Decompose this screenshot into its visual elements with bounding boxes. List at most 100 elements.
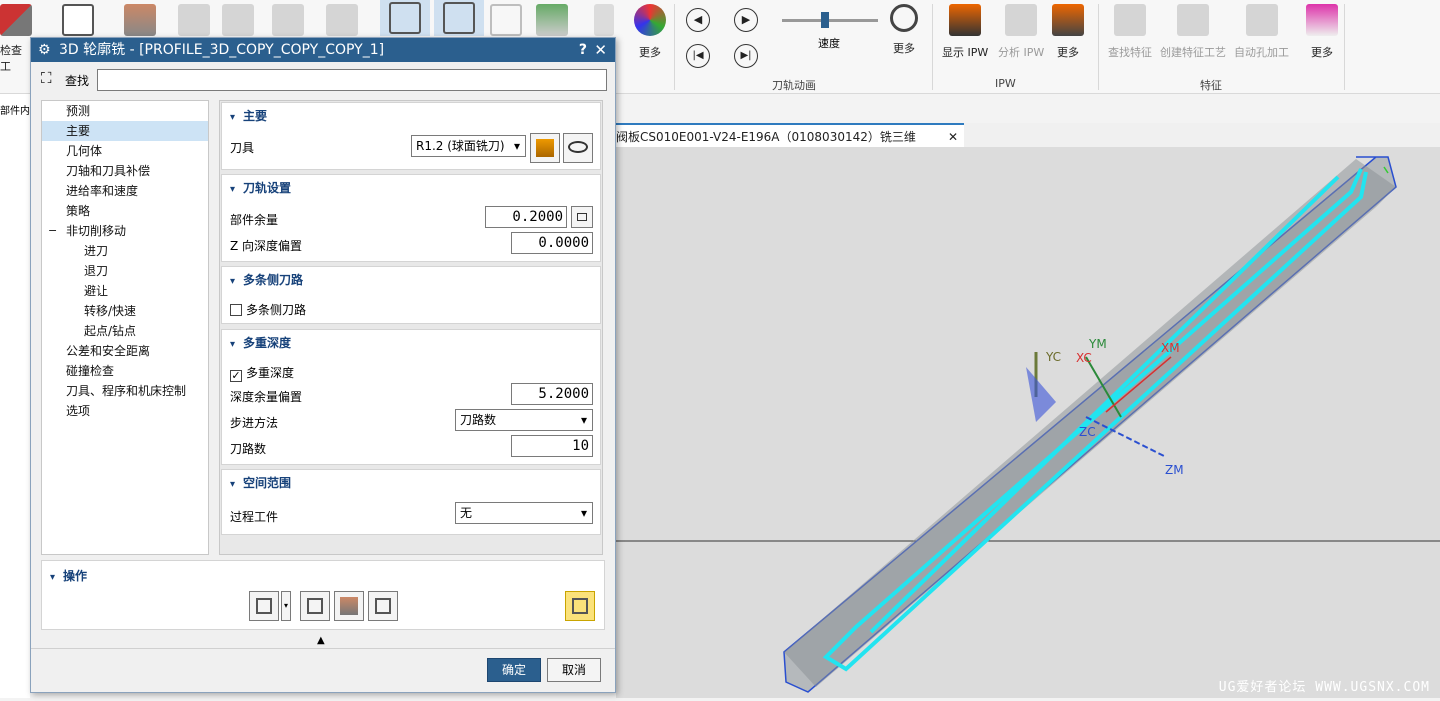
- tree-item[interactable]: 避让: [42, 281, 208, 301]
- tree-item[interactable]: −非切削移动: [42, 221, 208, 241]
- graphics-viewport[interactable]: YC XC YM XM ZC ZM: [616, 147, 1440, 698]
- part-stock-label: 部件余量: [230, 211, 278, 228]
- collapse-icon[interactable]: −: [48, 221, 57, 241]
- tree-item[interactable]: 主要: [42, 121, 208, 141]
- section-toolpath-settings: 刀轨设置 部件余量 0.2000 Z 向深度偏置 0.0000: [221, 174, 601, 262]
- more-button-1[interactable]: 更多: [634, 4, 666, 60]
- section-header-multi-depth[interactable]: 多重深度: [230, 334, 291, 351]
- tree-item[interactable]: 公差和安全距离: [42, 341, 208, 361]
- verify-button[interactable]: [124, 4, 156, 36]
- ipw-path-button[interactable]: [536, 4, 568, 36]
- section-header-toolpath[interactable]: 刀轨设置: [230, 179, 291, 196]
- lock-button[interactable]: [571, 206, 593, 228]
- post-icon: [222, 4, 254, 36]
- tree-item[interactable]: 碰撞检查: [42, 361, 208, 381]
- analyze-ipw-button[interactable]: 分析 IPW: [998, 4, 1044, 60]
- more-button-2[interactable]: 更多: [890, 4, 918, 56]
- axis-label-yc: YC: [1046, 350, 1061, 364]
- depth-stock-offset-input[interactable]: 5.2000: [511, 383, 593, 405]
- more-button-3[interactable]: 更多: [1052, 4, 1084, 60]
- disabled-tool-3[interactable]: [272, 4, 304, 36]
- lock-icon: [577, 213, 587, 221]
- file-tab[interactable]: 阀板CS010E001-V24-E196A（0108030142）铣三维槽.pr…: [616, 123, 964, 147]
- step-back-button[interactable]: |◀: [686, 44, 710, 68]
- generate-path-button[interactable]: [380, 0, 430, 36]
- speed-label: 速度: [818, 35, 840, 51]
- disabled-tool-2[interactable]: [222, 4, 254, 36]
- section-header-space[interactable]: 空间范围: [230, 474, 291, 491]
- ok-button[interactable]: 确定: [487, 658, 541, 682]
- check-tool-button[interactable]: 检查工: [0, 4, 32, 74]
- part-stock-input[interactable]: 0.2000: [485, 206, 567, 228]
- cancel-button[interactable]: 取消: [547, 658, 601, 682]
- generate-button[interactable]: [249, 591, 279, 621]
- tree-item[interactable]: 刀具、程序和机床控制: [42, 381, 208, 401]
- up-arrow-button[interactable]: [594, 4, 614, 36]
- auto-hole-button[interactable]: 自动孔加工: [1234, 4, 1289, 60]
- list-button[interactable]: [368, 591, 398, 621]
- tree-item[interactable]: 进刀: [42, 241, 208, 261]
- tree-item[interactable]: 策略: [42, 201, 208, 221]
- find-feature-button[interactable]: 查找特征: [1108, 4, 1152, 60]
- play-button[interactable]: ▶: [734, 8, 758, 32]
- group-feature: 特征: [1200, 77, 1222, 93]
- section-header-operations[interactable]: 操作: [50, 567, 87, 584]
- ipw-select[interactable]: 无: [455, 502, 593, 524]
- multi-depth-checkbox[interactable]: ✓多重深度: [230, 364, 294, 382]
- disabled-tool-4[interactable]: [326, 4, 358, 36]
- generate-dropdown[interactable]: ▾: [281, 591, 291, 621]
- tree-item[interactable]: 选项: [42, 401, 208, 421]
- verify-button[interactable]: [334, 591, 364, 621]
- z-depth-offset-input[interactable]: 0.0000: [511, 232, 593, 254]
- section-header-main[interactable]: 主要: [230, 107, 267, 124]
- checkbox-unchecked: [230, 304, 242, 316]
- section-space-range: 空间范围 过程工件 无: [221, 469, 601, 535]
- tree-item[interactable]: 起点/钻点: [42, 321, 208, 341]
- hole-icon: [1246, 4, 1278, 36]
- close-button[interactable]: ✕: [594, 38, 607, 62]
- dialog-title-bar[interactable]: ⚙ 3D 轮廓铣 - [PROFILE_3D_COPY_COPY_COPY_1]…: [31, 38, 615, 62]
- checkbox-checked: ✓: [230, 370, 242, 382]
- part-model: [616, 147, 1440, 698]
- ipw-eye-icon: [949, 4, 981, 36]
- tree-item[interactable]: 进给率和速度: [42, 181, 208, 201]
- speed-slider-track[interactable]: [782, 19, 878, 22]
- settings-panel: 主要 刀具 R1.2 (球面铣刀) 刀轨设置 部件余量 0.2000 Z 向深度…: [219, 100, 603, 555]
- collapse-arrow-icon[interactable]: ▲: [317, 635, 325, 646]
- edit-display-tool-button[interactable]: [563, 133, 593, 163]
- tree-item[interactable]: 退刀: [42, 261, 208, 281]
- tree-item[interactable]: 预测: [42, 101, 208, 121]
- speed-slider-thumb[interactable]: [821, 12, 829, 28]
- replay-path-button[interactable]: [434, 0, 484, 36]
- path-count-input[interactable]: 10: [511, 435, 593, 457]
- create-feature-process-button[interactable]: 创建特征工艺: [1160, 4, 1226, 60]
- play-reverse-button[interactable]: ◀: [686, 8, 710, 32]
- step-method-label: 步进方法: [230, 414, 278, 431]
- tool-select[interactable]: R1.2 (球面铣刀): [411, 135, 526, 157]
- generate-icon: [389, 2, 421, 34]
- list-path-button[interactable]: [490, 4, 522, 36]
- tree-item[interactable]: 刀轴和刀具补偿: [42, 161, 208, 181]
- checklist-view-button[interactable]: [62, 4, 94, 36]
- new-tool-button[interactable]: [530, 133, 560, 163]
- tree-item[interactable]: 几何体: [42, 141, 208, 161]
- step-method-select[interactable]: 刀路数: [455, 409, 593, 431]
- find-feature-icon: [1114, 4, 1146, 36]
- disabled-tool-1[interactable]: [178, 4, 210, 36]
- navigator-label: 部件内: [0, 102, 30, 117]
- section-header-multi-side[interactable]: 多条侧刀路: [230, 271, 303, 288]
- axis-label-zc: ZC: [1079, 425, 1096, 439]
- find-input[interactable]: [97, 69, 607, 91]
- axis-label-ym: YM: [1089, 337, 1107, 351]
- replay-button[interactable]: [300, 591, 330, 621]
- more-button-4[interactable]: 更多: [1306, 4, 1338, 60]
- list-icon: [490, 4, 522, 36]
- step-forward-button[interactable]: ▶|: [734, 44, 758, 68]
- show-ipw-button[interactable]: 显示 IPW: [942, 4, 988, 60]
- multi-side-checkbox[interactable]: 多条侧刀路: [230, 301, 306, 318]
- quick-generate-button[interactable]: [565, 591, 595, 621]
- close-tab-icon[interactable]: ✕: [948, 125, 958, 149]
- help-button[interactable]: ?: [579, 38, 587, 62]
- tree-item[interactable]: 转移/快速: [42, 301, 208, 321]
- axis-label-zm: ZM: [1165, 463, 1184, 477]
